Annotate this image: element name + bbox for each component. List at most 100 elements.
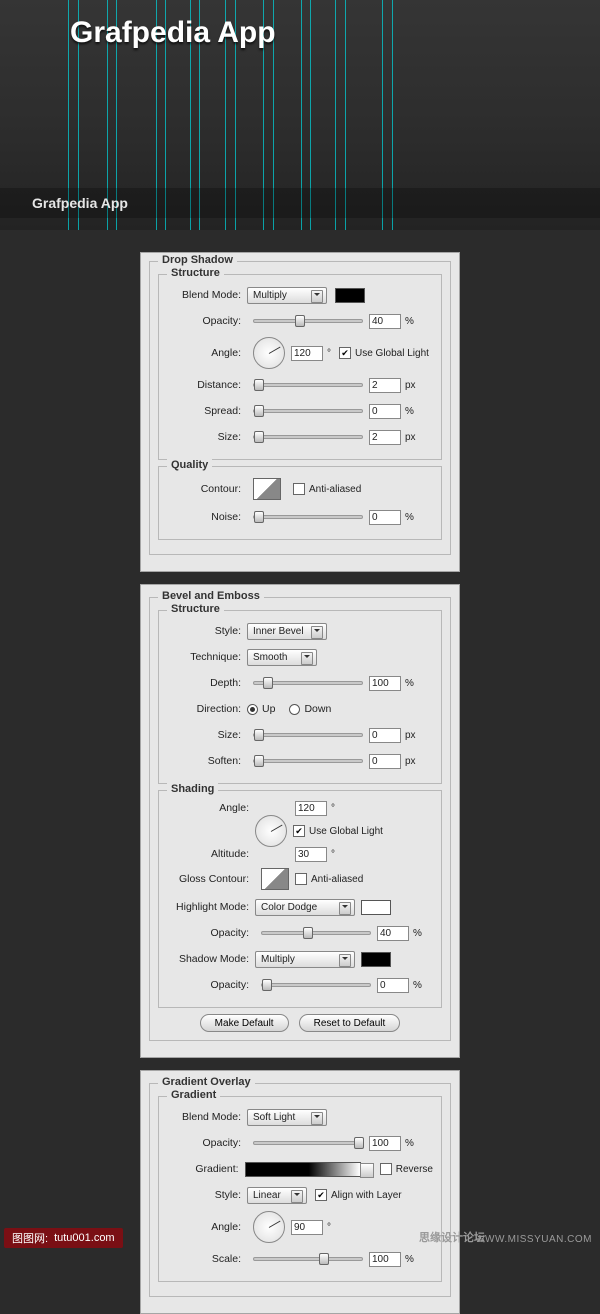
ds-global-light-checkbox[interactable]	[339, 347, 351, 359]
ds-global-light-label: Use Global Light	[355, 348, 429, 359]
header-area: Grafpedia App Grafpedia App	[0, 0, 600, 230]
bv-angle-dial[interactable]	[255, 815, 287, 847]
bv-highlight-swatch[interactable]	[361, 900, 391, 915]
ds-opacity-input[interactable]: 40	[369, 314, 401, 329]
go-angle-input[interactable]: 90	[291, 1220, 323, 1235]
bv-style-label: Style:	[167, 625, 247, 637]
go-scale-input[interactable]: 100	[369, 1252, 401, 1267]
bv-soften-input[interactable]: 0	[369, 754, 401, 769]
ds-angle-dial[interactable]	[253, 337, 285, 369]
ds-antialias-checkbox[interactable]	[293, 483, 305, 495]
go-style-select[interactable]: Linear	[247, 1187, 307, 1204]
bv-size-input[interactable]: 0	[369, 728, 401, 743]
go-opacity-slider[interactable]	[253, 1141, 363, 1145]
bv-gloss-swatch[interactable]	[261, 868, 289, 890]
gradient-inner: Gradient Blend Mode: Soft Light Opacity:…	[158, 1096, 442, 1282]
bv-shading-title: Shading	[167, 783, 218, 795]
go-grad-swatch[interactable]	[245, 1162, 361, 1177]
bv-direction-up-radio[interactable]	[247, 704, 258, 715]
go-align-checkbox[interactable]	[315, 1189, 327, 1201]
bv-structure: Structure Style: Inner Bevel Technique: …	[158, 610, 442, 784]
subtitle-bar: Grafpedia App	[0, 188, 600, 218]
ds-angle-input[interactable]: 120	[291, 346, 323, 361]
bv-altitude-label: Altitude:	[167, 848, 255, 860]
ds-contour-swatch[interactable]	[253, 478, 281, 500]
ds-distance-input[interactable]: 2	[369, 378, 401, 393]
ds-distance-label: Distance:	[167, 379, 247, 391]
ds-color-swatch[interactable]	[335, 288, 365, 303]
bv-depth-slider[interactable]	[253, 681, 363, 685]
bv-technique-label: Technique:	[167, 651, 247, 663]
ds-spread-input[interactable]: 0	[369, 404, 401, 419]
go-reverse-label: Reverse	[396, 1164, 433, 1175]
bv-highlight-op-slider[interactable]	[261, 931, 371, 935]
ds-noise-slider[interactable]	[253, 515, 363, 519]
ds-opacity-slider[interactable]	[253, 319, 363, 323]
ds-spread-slider[interactable]	[253, 409, 363, 413]
ds-blend-label: Blend Mode:	[167, 289, 247, 301]
bv-global-light-checkbox[interactable]	[293, 825, 305, 837]
bv-gloss-anti-label: Anti-aliased	[311, 874, 363, 885]
bv-altitude-input[interactable]: 30	[295, 847, 327, 862]
bv-gloss-anti-checkbox[interactable]	[295, 873, 307, 885]
bv-size-label: Size:	[167, 729, 247, 741]
ds-antialias-label: Anti-aliased	[309, 484, 361, 495]
bv-shadow-swatch[interactable]	[361, 952, 391, 967]
bv-shadow-op-slider[interactable]	[261, 983, 371, 987]
bv-depth-input[interactable]: 100	[369, 676, 401, 691]
bv-up-label: Up	[262, 703, 275, 715]
bv-shadow-op-label: Opacity:	[167, 979, 255, 991]
footer-watermark-left: 图图网:tutu001.com	[4, 1228, 123, 1248]
go-grad-label: Gradient:	[167, 1163, 245, 1175]
reset-default-button[interactable]: Reset to Default	[299, 1014, 401, 1032]
bv-style-select[interactable]: Inner Bevel	[247, 623, 327, 640]
ds-blend-select[interactable]: Multiply	[247, 287, 327, 304]
bv-shadow-select[interactable]: Multiply	[255, 951, 355, 968]
bv-shadow-label: Shadow Mode:	[167, 953, 255, 965]
footer-watermark-right: WWW.MISSYUAN.COM	[475, 1234, 592, 1245]
bv-global-light-label: Use Global Light	[309, 826, 383, 837]
make-default-button[interactable]: Make Default	[200, 1014, 289, 1032]
bv-highlight-op-input[interactable]: 40	[377, 926, 409, 941]
bv-structure-title: Structure	[167, 603, 224, 615]
go-angle-dial[interactable]	[253, 1211, 285, 1243]
ds-noise-input[interactable]: 0	[369, 510, 401, 525]
go-opacity-label: Opacity:	[167, 1137, 247, 1149]
ds-structure: Structure Blend Mode: Multiply Opacity: …	[158, 274, 442, 460]
go-style-label: Style:	[167, 1189, 247, 1201]
ds-size-slider[interactable]	[253, 435, 363, 439]
gradient-panel: Gradient Overlay Gradient Blend Mode: So…	[140, 1070, 460, 1314]
ds-size-input[interactable]: 2	[369, 430, 401, 445]
ds-distance-slider[interactable]	[253, 383, 363, 387]
bv-highlight-select[interactable]: Color Dodge	[255, 899, 355, 916]
go-blend-select[interactable]: Soft Light	[247, 1109, 327, 1126]
ds-opacity-label: Opacity:	[167, 315, 247, 327]
go-reverse-checkbox[interactable]	[380, 1163, 392, 1175]
gradient-fieldset: Gradient Overlay Gradient Blend Mode: So…	[149, 1083, 451, 1297]
bv-direction-down-radio[interactable]	[289, 704, 300, 715]
bv-angle-input[interactable]: 120	[295, 801, 327, 816]
bv-size-slider[interactable]	[253, 733, 363, 737]
go-scale-label: Scale:	[167, 1253, 247, 1265]
bevel-fieldset: Bevel and Emboss Structure Style: Inner …	[149, 597, 451, 1041]
bv-highlight-op-label: Opacity:	[167, 927, 255, 939]
go-opacity-input[interactable]: 100	[369, 1136, 401, 1151]
go-blend-label: Blend Mode:	[167, 1111, 247, 1123]
ds-angle-label: Angle:	[167, 347, 247, 359]
subtitle-text: Grafpedia App	[32, 195, 128, 211]
bv-soften-label: Soften:	[167, 755, 247, 767]
ds-quality: Quality Contour: Anti-aliased Noise: 0 %	[158, 466, 442, 540]
drop-shadow-fieldset: Drop Shadow Structure Blend Mode: Multip…	[149, 261, 451, 555]
bv-shading: Shading Angle: 120 ° Use Global Light Al…	[158, 790, 442, 1008]
bv-shadow-op-input[interactable]: 0	[377, 978, 409, 993]
drop-shadow-panel: Drop Shadow Structure Blend Mode: Multip…	[140, 252, 460, 572]
bv-direction-label: Direction:	[167, 703, 247, 715]
bv-soften-slider[interactable]	[253, 759, 363, 763]
bevel-panel: Bevel and Emboss Structure Style: Inner …	[140, 584, 460, 1058]
go-scale-slider[interactable]	[253, 1257, 363, 1261]
go-angle-label: Angle:	[167, 1221, 247, 1233]
ds-quality-title: Quality	[167, 459, 212, 471]
bv-technique-select[interactable]: Smooth	[247, 649, 317, 666]
gradient-section-title: Gradient	[167, 1089, 220, 1101]
bevel-title: Bevel and Emboss	[158, 590, 264, 602]
